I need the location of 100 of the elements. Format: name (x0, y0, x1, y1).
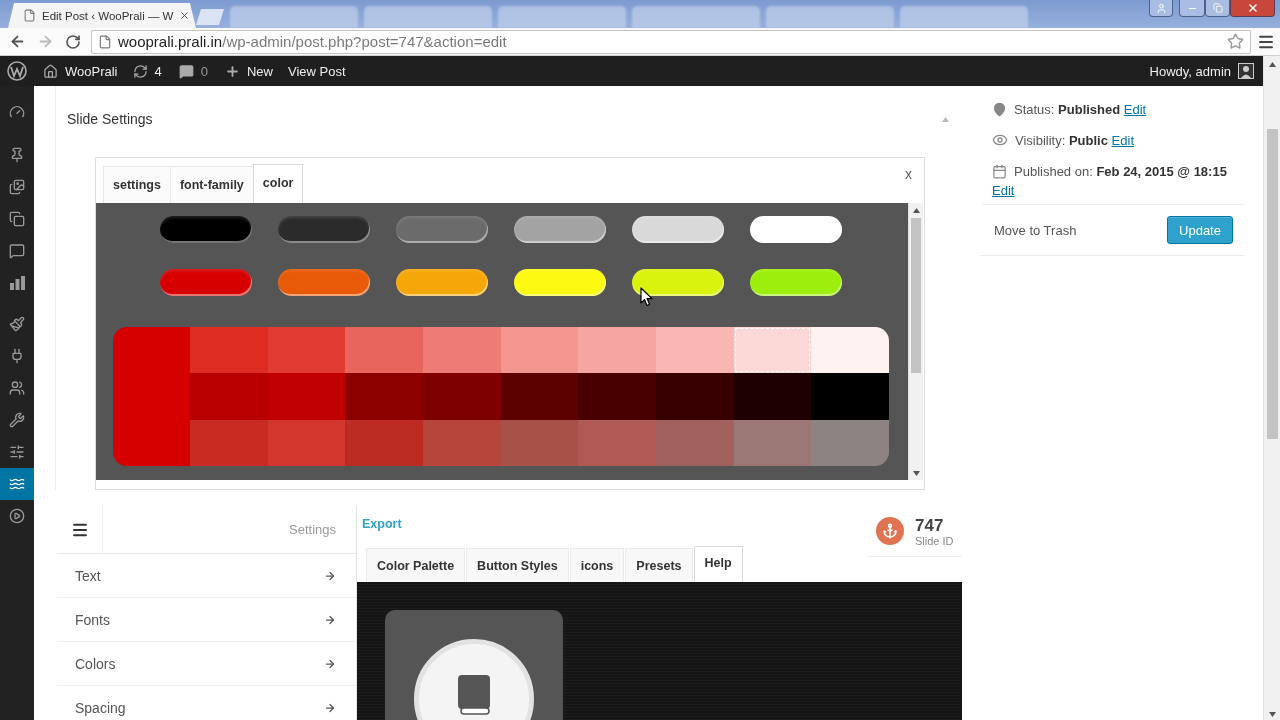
scroll-up-icon[interactable] (912, 208, 920, 213)
sliders-icon (9, 444, 25, 460)
color-swatch[interactable] (423, 327, 501, 374)
restore-button[interactable] (1205, 0, 1230, 17)
box-title: Slide Settings (67, 111, 153, 127)
color-swatch[interactable] (578, 373, 656, 420)
bar-chart-icon (9, 276, 25, 290)
color-swatch[interactable] (811, 373, 889, 420)
nav-item[interactable]: Colors (57, 642, 356, 686)
color-swatch[interactable] (750, 269, 842, 296)
plus-icon (225, 63, 240, 79)
scrollbar-thumb[interactable] (1266, 129, 1278, 439)
editor-tab[interactable]: color (252, 164, 304, 203)
color-swatch[interactable] (423, 373, 501, 420)
close-icon[interactable] (179, 10, 191, 21)
pin-icon (9, 147, 25, 163)
color-swatch[interactable] (345, 327, 423, 374)
address-field[interactable]: wooprali.prali.in/wp-admin/post.php?post=747&action=edit (91, 29, 1251, 54)
scroll-up-icon[interactable] (1268, 62, 1276, 67)
scroll-down-icon[interactable] (1268, 712, 1276, 717)
view-post-link[interactable]: View Post (288, 63, 346, 79)
arrow-right-icon (324, 569, 336, 582)
color-swatch[interactable] (500, 373, 579, 420)
close-icon (1246, 2, 1259, 14)
browser-tab[interactable]: Edit Post ‹ WooPrali — W (8, 3, 196, 28)
bookmark-star-icon[interactable] (1227, 33, 1244, 50)
site-link[interactable]: WooPrali (43, 63, 118, 79)
edit-link[interactable]: Edit (1123, 102, 1147, 117)
waves-icon (9, 476, 25, 492)
tab-title: Edit Post ‹ WooPrali — W (42, 9, 174, 22)
status-text: Published on: Feb 24, 2015 @ 18:15 (1014, 164, 1227, 179)
color-swatch[interactable] (267, 373, 346, 420)
account-link[interactable]: Howdy, admin (1149, 63, 1254, 79)
color-swatch[interactable] (396, 216, 488, 243)
builder-tab[interactable]: Presets (625, 548, 693, 582)
move-to-trash-link[interactable]: Move to Trash (994, 222, 1077, 238)
edit-link[interactable]: Edit (1111, 133, 1134, 148)
color-swatch[interactable] (345, 373, 423, 420)
color-swatch[interactable] (811, 327, 889, 374)
builder-tab[interactable]: Help (693, 546, 743, 582)
color-swatch[interactable] (514, 269, 606, 296)
builder-tab[interactable]: Color Palette (366, 548, 466, 582)
color-swatch[interactable] (656, 327, 734, 374)
nav-item[interactable]: Spacing (57, 686, 356, 720)
slide-id-number: 747 (915, 515, 945, 535)
color-swatch[interactable] (423, 419, 501, 466)
plug-icon (9, 348, 25, 364)
color-swatch[interactable] (278, 269, 370, 296)
color-swatch[interactable] (160, 216, 252, 243)
nav-item[interactable]: Text (57, 554, 356, 598)
editor-tab[interactable]: settings (103, 166, 171, 203)
color-swatch[interactable] (514, 216, 606, 243)
color-swatch[interactable] (190, 327, 268, 374)
color-swatch[interactable] (750, 216, 842, 243)
color-swatch[interactable] (632, 216, 724, 243)
color-swatch[interactable] (578, 327, 656, 374)
color-swatch[interactable] (190, 373, 268, 420)
scrollbar-thumb[interactable] (911, 218, 921, 373)
color-swatch[interactable] (396, 269, 488, 296)
color-swatch[interactable] (500, 327, 579, 374)
color-swatch[interactable] (267, 327, 346, 374)
color-swatch[interactable] (733, 327, 812, 374)
edit-link[interactable]: Edit (992, 183, 1015, 198)
arrow-right-icon (324, 613, 336, 626)
updates-link[interactable]: 4 (132, 63, 162, 79)
media-icon (9, 179, 25, 195)
new-link[interactable]: New (225, 63, 273, 79)
wordpress-logo-icon[interactable] (7, 61, 27, 81)
color-swatch[interactable] (656, 373, 734, 420)
color-swatch[interactable] (267, 419, 346, 466)
color-swatch[interactable] (113, 327, 190, 466)
builder-tab[interactable]: icons (569, 548, 625, 582)
color-swatch[interactable] (811, 419, 889, 466)
minimize-button[interactable] (1179, 0, 1205, 17)
color-swatch[interactable] (345, 419, 423, 466)
paintbrush-icon (9, 316, 25, 332)
color-swatch[interactable] (656, 419, 734, 466)
color-swatch[interactable] (733, 373, 812, 420)
color-swatch[interactable] (733, 419, 812, 466)
builder-tab[interactable]: Button Styles (466, 548, 569, 582)
comments-link[interactable]: 0 (178, 63, 208, 79)
avatar-icon (1238, 63, 1254, 79)
close-window-button[interactable] (1230, 0, 1275, 17)
page-icon (98, 34, 112, 49)
color-swatch[interactable] (160, 269, 252, 296)
color-swatch[interactable] (500, 419, 579, 466)
nav-item[interactable]: Fonts (57, 598, 356, 642)
profile-button[interactable] (1149, 0, 1173, 17)
admin-menu-item[interactable] (0, 468, 34, 500)
color-swatch[interactable] (190, 419, 268, 466)
close-button[interactable]: x (905, 165, 912, 183)
scroll-down-icon[interactable] (912, 471, 920, 476)
color-swatch[interactable] (578, 419, 656, 466)
restore-icon (1212, 3, 1223, 13)
eye-icon (992, 132, 1008, 148)
editor-tab[interactable]: font-family (169, 166, 254, 203)
reload-icon[interactable] (65, 33, 81, 50)
color-swatch[interactable] (278, 216, 370, 243)
color-swatch[interactable] (632, 269, 724, 296)
pages-icon (9, 211, 25, 227)
